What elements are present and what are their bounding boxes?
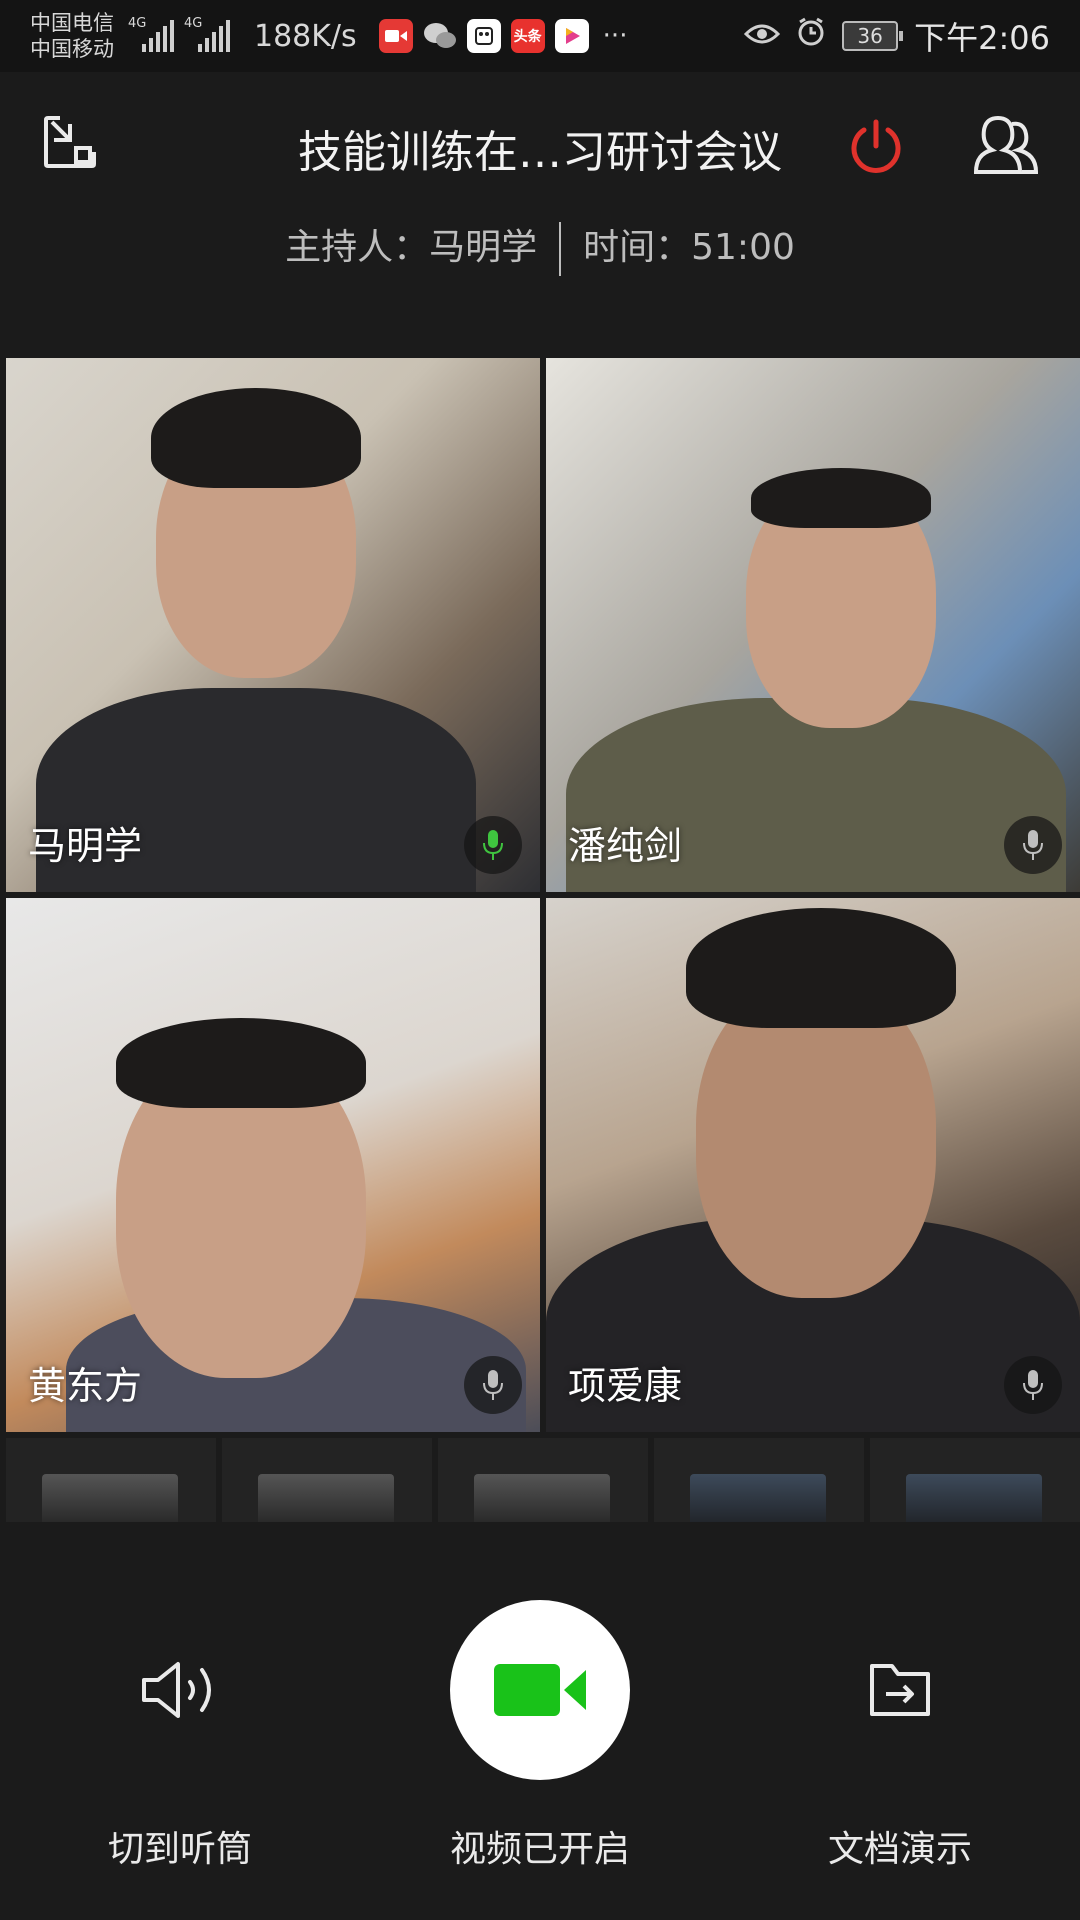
folder-share-icon xyxy=(750,1600,1050,1780)
video-app-icon xyxy=(378,19,413,53)
person-hair xyxy=(686,908,956,1028)
signal-2-icon: 4G xyxy=(184,16,230,52)
network-type-2: 4G xyxy=(184,16,203,31)
toutiao-label: 头条 xyxy=(513,29,542,45)
participants-icon[interactable] xyxy=(972,115,1042,176)
video-tile-1[interactable]: 马明学 xyxy=(6,358,540,892)
person-hair xyxy=(751,468,931,528)
participant-name: 马明学 xyxy=(28,824,143,868)
news-app-icon xyxy=(466,19,501,53)
person-hair xyxy=(151,388,361,488)
minimize-window-icon[interactable] xyxy=(44,116,96,168)
alarm-icon xyxy=(796,17,826,55)
mic-icon[interactable] xyxy=(1004,1356,1062,1414)
mic-active-icon[interactable] xyxy=(464,816,522,874)
wechat-icon xyxy=(423,19,457,53)
video-toggle-button[interactable]: 视频已开启 xyxy=(390,1600,690,1872)
carrier-1: 中国电信 xyxy=(30,11,114,35)
thumbnail-preview xyxy=(42,1474,178,1522)
status-bar: 中国电信 中国移动 4G 4G 188K/s 头条 ··· 36 下午2:06 xyxy=(0,0,1080,72)
speaker-icon xyxy=(30,1600,330,1780)
toutiao-icon: 头条 xyxy=(510,19,545,53)
meeting-header: 技能训练在…习研讨会议 xyxy=(0,72,1080,222)
participant-name: 项爱康 xyxy=(568,1364,683,1408)
participant-name: 潘纯剑 xyxy=(568,824,683,868)
video-camera-icon xyxy=(450,1600,630,1780)
carrier-info: 中国电信 中国移动 xyxy=(30,10,114,62)
thumbnail-4[interactable] xyxy=(654,1438,864,1522)
battery-icon: 36 xyxy=(842,21,904,51)
end-meeting-power-icon[interactable] xyxy=(846,116,906,176)
divider xyxy=(559,222,562,276)
carrier-2: 中国移动 xyxy=(30,37,114,61)
elapsed-time: 时间：51:00 xyxy=(583,227,795,268)
thumbnail-preview xyxy=(258,1474,394,1522)
thumbnail-3[interactable] xyxy=(438,1438,648,1522)
thumbnail-5[interactable] xyxy=(870,1438,1080,1522)
meeting-title: 技能训练在…习研讨会议 xyxy=(298,127,782,178)
person-hair xyxy=(116,1018,366,1108)
thumbnail-preview xyxy=(690,1474,826,1522)
video-label: 视频已开启 xyxy=(449,1829,630,1870)
participant-thumbnail-strip[interactable] xyxy=(6,1438,1080,1522)
document-label: 文档演示 xyxy=(827,1829,972,1870)
network-type-1: 4G xyxy=(128,16,147,31)
more-notifications: ··· xyxy=(602,21,628,51)
battery-level: 36 xyxy=(857,24,883,48)
video-toggle-wrap xyxy=(390,1600,690,1780)
thumbnail-2[interactable] xyxy=(222,1438,432,1522)
thumbnail-1[interactable] xyxy=(6,1438,216,1522)
net-speed: 188K/s xyxy=(254,18,357,54)
document-presentation-button[interactable]: 文档演示 xyxy=(750,1600,1050,1872)
switch-to-earpiece-button[interactable]: 切到听筒 xyxy=(30,1600,330,1872)
participant-name: 黄东方 xyxy=(28,1364,143,1408)
thumbnail-preview xyxy=(906,1474,1042,1522)
thumbnail-preview xyxy=(474,1474,610,1522)
signal-1-icon: 4G xyxy=(128,16,174,52)
host-label: 主持人：马明学 xyxy=(285,227,538,268)
clock: 下午2:06 xyxy=(914,19,1050,57)
mic-icon[interactable] xyxy=(464,1356,522,1414)
eye-icon xyxy=(744,19,781,54)
video-tile-4[interactable]: 项爱康 xyxy=(546,898,1080,1432)
speaker-label: 切到听筒 xyxy=(107,1829,252,1870)
video-tile-3[interactable]: 黄东方 xyxy=(6,898,540,1432)
video-tile-2[interactable]: 潘纯剑 xyxy=(546,358,1080,892)
mic-icon[interactable] xyxy=(1004,816,1062,874)
player-icon xyxy=(554,19,589,53)
meeting-info: 主持人：马明学 时间：51:00 xyxy=(0,218,1080,276)
